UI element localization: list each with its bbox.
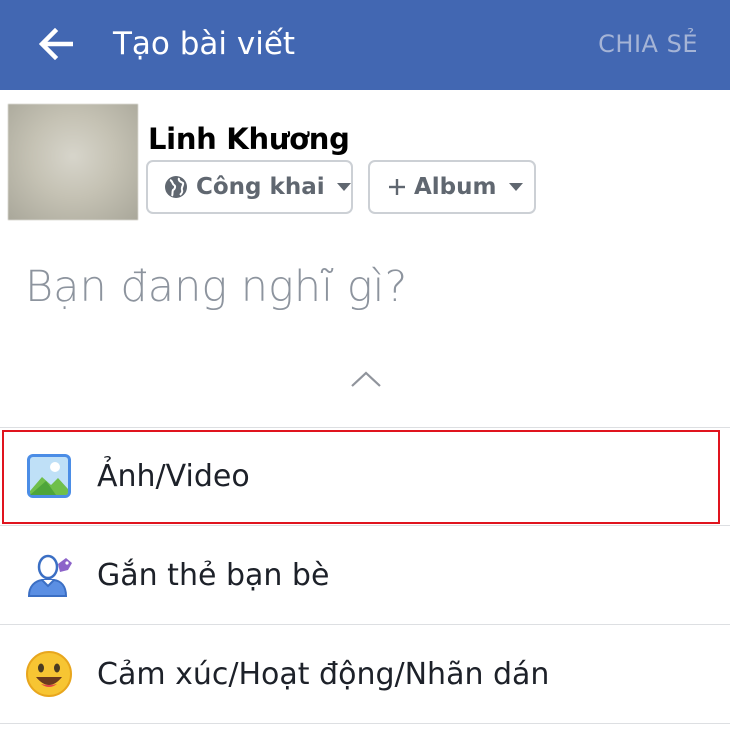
privacy-label: Công khai <box>196 174 325 200</box>
plus-icon <box>389 179 405 195</box>
album-label: Album <box>414 174 497 200</box>
album-button[interactable]: Album <box>368 160 536 214</box>
page-title: Tạo bài viết <box>113 26 296 62</box>
caret-down-icon <box>508 182 523 191</box>
avatar[interactable] <box>8 104 138 220</box>
tag-friends-icon <box>27 554 72 597</box>
photo-video-icon <box>27 454 71 498</box>
top-app-bar: Tạo bài viết CHIA SẺ <box>0 0 730 90</box>
divider <box>0 525 730 526</box>
post-text-input[interactable]: Bạn đang nghĩ gì? <box>25 262 705 312</box>
chevron-up-icon[interactable] <box>349 368 383 390</box>
emoji-smile-icon <box>26 651 72 697</box>
divider <box>0 624 730 625</box>
globe-icon <box>165 176 187 198</box>
privacy-selector-button[interactable]: Công khai <box>146 160 353 214</box>
user-name: Linh Khương <box>148 122 350 156</box>
caret-down-icon <box>336 182 351 191</box>
action-label: Ảnh/Video <box>97 458 250 494</box>
action-label: Gắn thẻ bạn bè <box>97 557 330 593</box>
back-button[interactable] <box>32 22 82 66</box>
action-label: Cảm xúc/Hoạt động/Nhãn dán <box>97 656 550 692</box>
action-photo-video[interactable]: Ảnh/Video <box>0 428 730 524</box>
share-button[interactable]: CHIA SẺ <box>598 26 698 62</box>
back-arrow-icon <box>39 28 73 60</box>
action-tag-friends[interactable]: Gắn thẻ bạn bè <box>0 527 730 623</box>
divider <box>0 723 730 724</box>
action-feeling-activity[interactable]: Cảm xúc/Hoạt động/Nhãn dán <box>0 626 730 722</box>
